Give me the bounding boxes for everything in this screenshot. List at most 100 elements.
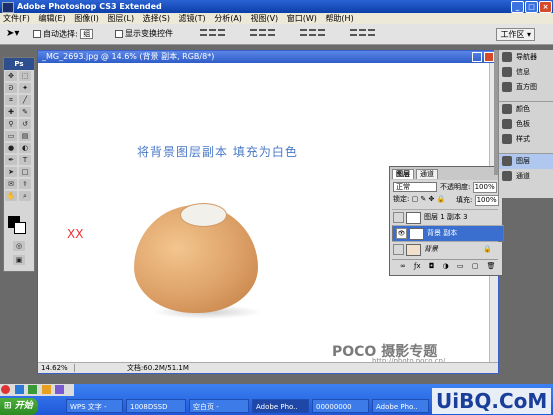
crop-icon[interactable]: ⌗ — [5, 95, 17, 105]
auto-select-checkbox[interactable] — [33, 30, 41, 38]
align-top-icon[interactable] — [200, 29, 207, 36]
clone-stamp-icon[interactable]: ⚲ — [5, 119, 17, 129]
notes-icon[interactable]: ✉ — [5, 179, 17, 189]
close-button[interactable]: × — [539, 1, 552, 13]
taskbar-item[interactable]: Adobe Pho.. — [372, 399, 429, 413]
align-horizontal-buttons[interactable] — [250, 29, 277, 39]
auto-select-label: 自动选择: — [43, 29, 78, 39]
dock-navigator[interactable]: 导航器 — [499, 50, 553, 65]
minimize-button[interactable]: _ — [511, 1, 524, 13]
layer-row[interactable]: 背景 🔒 — [392, 241, 498, 257]
auto-select-option[interactable]: 自动选择: 组 — [33, 29, 94, 40]
start-button[interactable]: ⊞ 开始 — [0, 398, 38, 415]
show-transform-option[interactable]: 显示变换控件 — [115, 29, 173, 39]
taskbar-item[interactable]: 1008DSSD — [126, 399, 186, 413]
dock-layers[interactable]: 图层 — [499, 154, 553, 169]
slice-icon[interactable]: ╱ — [19, 95, 31, 105]
path-selection-icon[interactable]: ➤ — [5, 167, 17, 177]
eyedropper-icon[interactable]: ⚕ — [19, 179, 31, 189]
menu-view[interactable]: 视图(V) — [247, 14, 281, 23]
layer-row-selected[interactable]: 👁 背景 副本 — [392, 225, 504, 242]
hand-icon[interactable]: ✋ — [5, 191, 17, 201]
distribute-right-icon[interactable] — [368, 29, 375, 36]
blur-icon[interactable]: ● — [5, 143, 17, 153]
visibility-toggle-icon[interactable] — [393, 212, 404, 223]
menu-analysis[interactable]: 分析(A) — [211, 14, 245, 23]
distribute-left-icon[interactable] — [350, 29, 357, 36]
show-transform-checkbox[interactable] — [115, 29, 123, 38]
align-buttons[interactable] — [200, 29, 227, 39]
layer-row[interactable]: 图层 1 副本 3 — [392, 209, 498, 225]
lock-icons[interactable]: ▢ ✎ ✥ 🔒 — [412, 195, 446, 203]
quick-launch-bar — [0, 384, 74, 396]
app-shortcut-icon[interactable] — [14, 385, 24, 394]
eye-icon[interactable]: 👁 — [396, 228, 407, 239]
shape-icon[interactable]: □ — [19, 167, 31, 177]
taskbar-item[interactable]: 空白页 - — [189, 399, 249, 413]
doc-minimize-button[interactable] — [472, 52, 482, 62]
align-left-icon[interactable] — [250, 29, 257, 36]
layers-footer-icons[interactable]: ∞ ƒx ◘ ◑ ▭ ▢ 🗑 — [392, 259, 498, 271]
dock-swatches[interactable]: 色板 — [499, 117, 553, 132]
healing-brush-icon[interactable]: ✚ — [5, 107, 17, 117]
auto-select-dropdown[interactable]: 组 — [80, 29, 94, 39]
menu-edit[interactable]: 编辑(E) — [35, 14, 68, 23]
distribute-horizontal-buttons[interactable] — [350, 29, 377, 39]
align-right-icon[interactable] — [268, 29, 275, 36]
gradient-icon[interactable]: ▤ — [19, 131, 31, 141]
align-bottom-icon[interactable] — [218, 29, 225, 36]
distribute-top-icon[interactable] — [300, 29, 307, 36]
dock-channels[interactable]: 通道 — [499, 169, 553, 184]
quick-mask-icon[interactable]: ◎ — [13, 241, 25, 251]
tab-channels[interactable]: 通道 — [416, 169, 438, 179]
distribute-middle-icon[interactable] — [309, 29, 316, 36]
distribute-center-icon[interactable] — [359, 29, 366, 36]
history-brush-icon[interactable]: ↺ — [19, 119, 31, 129]
dock-color[interactable]: 颜色 — [499, 102, 553, 117]
fill-field[interactable]: 100% — [474, 195, 499, 206]
visibility-toggle-icon[interactable] — [393, 244, 404, 255]
screen-mode-icon[interactable]: ▣ — [13, 255, 25, 265]
taskbar-item[interactable]: WPS 文字 - — [66, 399, 123, 413]
dock-histogram[interactable]: 直方图 — [499, 80, 553, 95]
menu-layer[interactable]: 图层(L) — [104, 14, 137, 23]
distribute-bottom-icon[interactable] — [318, 29, 325, 36]
move-icon[interactable]: ✥ — [5, 71, 17, 81]
menu-filter[interactable]: 滤镜(T) — [176, 14, 209, 23]
blend-mode-dropdown[interactable]: 正常 — [393, 182, 437, 192]
menu-help[interactable]: 帮助(H) — [322, 14, 356, 23]
dock-info[interactable]: 信息 — [499, 65, 553, 80]
app-shortcut-icon[interactable] — [55, 385, 65, 394]
dodge-icon[interactable]: ◐ — [19, 143, 31, 153]
app-shortcut-icon[interactable] — [1, 385, 10, 394]
eraser-icon[interactable]: ▭ — [5, 131, 17, 141]
menu-window[interactable]: 窗口(W) — [284, 14, 320, 23]
menu-image[interactable]: 图像(I) — [71, 14, 102, 23]
magic-wand-icon[interactable]: ✦ — [19, 83, 31, 93]
type-icon[interactable]: T — [19, 155, 31, 165]
zoom-level[interactable]: 14.62% — [38, 364, 75, 372]
move-tool-icon[interactable]: ➤▾ — [6, 29, 19, 39]
dock-styles[interactable]: 样式 — [499, 132, 553, 147]
marquee-icon[interactable]: ⬚ — [19, 71, 31, 81]
lasso-icon[interactable]: ᘐ — [5, 83, 17, 93]
zoom-icon[interactable]: ⌕ — [19, 191, 31, 201]
opacity-field[interactable]: 100% — [472, 182, 497, 193]
background-color-swatch[interactable] — [14, 222, 26, 234]
distribute-vertical-buttons[interactable] — [300, 29, 327, 39]
tab-layers[interactable]: 图层 — [392, 169, 414, 179]
menu-select[interactable]: 选择(S) — [140, 14, 173, 23]
align-center-icon[interactable] — [259, 29, 266, 36]
maximize-button[interactable]: □ — [525, 1, 538, 13]
doc-close-button[interactable] — [484, 52, 494, 62]
app-shortcut-icon[interactable] — [41, 385, 51, 394]
align-middle-icon[interactable] — [209, 29, 216, 36]
photoshop-logo-icon — [2, 2, 14, 13]
brush-icon[interactable]: ✎ — [19, 107, 31, 117]
taskbar-item-active[interactable]: Adobe Pho.. — [252, 399, 309, 413]
menu-file[interactable]: 文件(F) — [0, 14, 33, 23]
app-shortcut-icon[interactable] — [28, 385, 38, 394]
workspace-button[interactable]: 工作区 ▾ — [496, 28, 535, 41]
pen-icon[interactable]: ✒ — [5, 155, 17, 165]
taskbar-item[interactable]: 00000000 — [312, 399, 369, 413]
